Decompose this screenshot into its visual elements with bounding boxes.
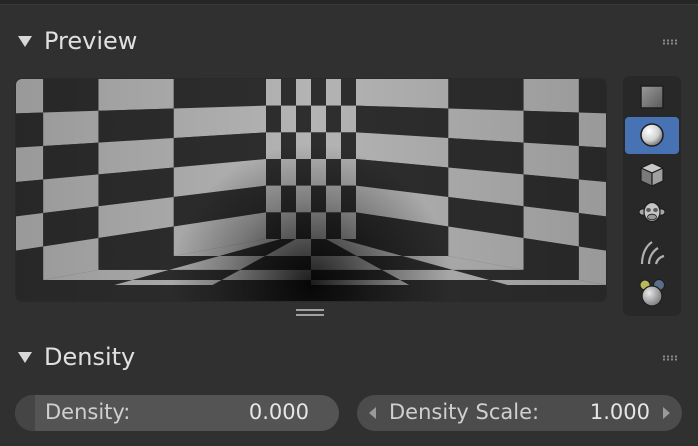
checker-room-render bbox=[16, 79, 606, 301]
density-scale-field-value: 1.000 bbox=[589, 400, 650, 424]
top-border bbox=[0, 0, 698, 5]
preview-flat-button[interactable] bbox=[625, 79, 679, 116]
monkey-icon bbox=[638, 201, 666, 223]
preview-resize-handle[interactable] bbox=[296, 309, 324, 317]
collapse-triangle-icon[interactable] bbox=[18, 352, 32, 363]
preview-shape-selector bbox=[623, 76, 681, 316]
preview-cube-button[interactable] bbox=[625, 156, 679, 193]
cube-icon bbox=[639, 162, 665, 187]
preview-monkey-button[interactable] bbox=[625, 195, 679, 232]
flat-icon bbox=[640, 85, 664, 109]
collapse-triangle-icon[interactable] bbox=[18, 36, 32, 47]
density-panel-header[interactable]: Density bbox=[0, 338, 698, 378]
material-preview-viewport bbox=[15, 78, 607, 302]
preview-sphere-button[interactable] bbox=[625, 117, 679, 154]
preview-hair-button[interactable] bbox=[625, 234, 679, 271]
world-icon bbox=[639, 279, 665, 307]
hair-icon bbox=[640, 241, 665, 265]
density-field-value: 0.000 bbox=[248, 400, 309, 424]
density-slider-fill bbox=[15, 395, 35, 431]
density-slider-field[interactable]: Density: 0.000 bbox=[15, 395, 339, 431]
sphere-icon bbox=[640, 123, 664, 147]
density-scale-field-label: Density Scale: bbox=[389, 400, 540, 424]
decrement-arrow-icon[interactable] bbox=[369, 407, 376, 419]
density-scale-number-field[interactable]: Density Scale: 1.000 bbox=[357, 395, 682, 431]
density-panel-title: Density bbox=[44, 343, 136, 371]
preview-panel-header[interactable]: Preview bbox=[0, 22, 698, 62]
drag-grip-icon[interactable] bbox=[662, 39, 678, 45]
increment-arrow-icon[interactable] bbox=[663, 407, 670, 419]
preview-panel-title: Preview bbox=[44, 27, 138, 55]
density-field-label: Density: bbox=[45, 400, 131, 424]
drag-grip-icon[interactable] bbox=[662, 355, 678, 361]
preview-world-button[interactable] bbox=[625, 273, 679, 310]
